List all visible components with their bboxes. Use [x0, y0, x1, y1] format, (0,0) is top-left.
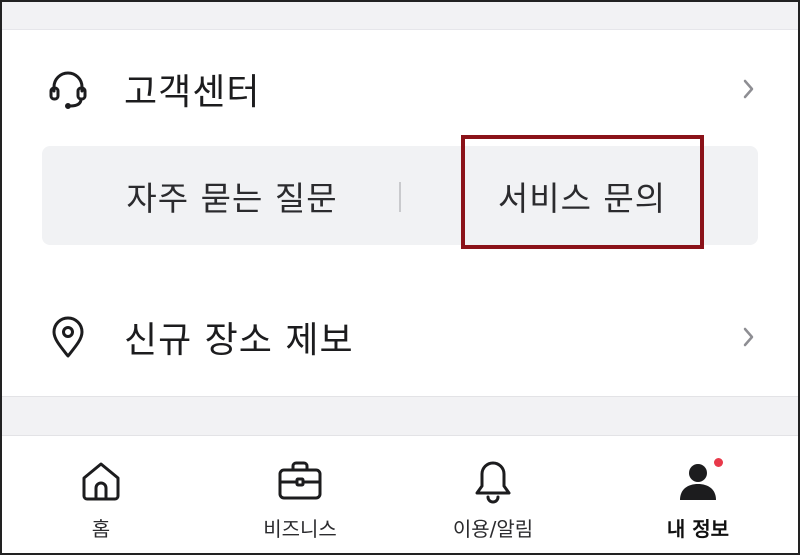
- nav-home-label: 홈: [91, 517, 111, 541]
- top-section-spacer: [0, 0, 800, 30]
- nav-my-info[interactable]: 내 정보: [618, 437, 778, 555]
- nav-business[interactable]: 비즈니스: [220, 437, 380, 555]
- chevron-right-icon: [738, 325, 758, 349]
- nav-home[interactable]: 홈: [21, 437, 181, 555]
- nav-usage-alerts[interactable]: 이용/알림: [413, 437, 573, 555]
- headset-icon: [44, 65, 92, 113]
- briefcase-icon: [276, 457, 324, 505]
- nav-my-info-label: 내 정보: [666, 517, 730, 541]
- customer-center-row[interactable]: 고객센터: [0, 44, 800, 134]
- bottom-navigation: 홈 비즈니스 이용/알림 내 정보: [0, 437, 800, 555]
- faq-button[interactable]: 자주 묻는 질문: [82, 146, 382, 245]
- nav-business-label: 비즈니스: [263, 517, 337, 541]
- home-icon: [77, 457, 125, 505]
- location-pin-icon: [44, 313, 92, 361]
- customer-center-label: 고객센터: [124, 72, 261, 113]
- service-inquiry-button[interactable]: 서비스 문의: [462, 146, 702, 245]
- nav-usage-alerts-label: 이용/알림: [452, 517, 534, 541]
- new-place-report-label: 신규 장소 제보: [124, 320, 354, 361]
- notification-dot: [714, 458, 723, 467]
- section-spacer: [0, 396, 800, 436]
- chevron-right-icon: [738, 77, 758, 101]
- bell-icon: [469, 457, 517, 505]
- segment-divider: [399, 182, 401, 212]
- support-options-segment: 자주 묻는 질문 서비스 문의: [42, 146, 758, 245]
- new-place-report-row[interactable]: 신규 장소 제보: [0, 292, 800, 382]
